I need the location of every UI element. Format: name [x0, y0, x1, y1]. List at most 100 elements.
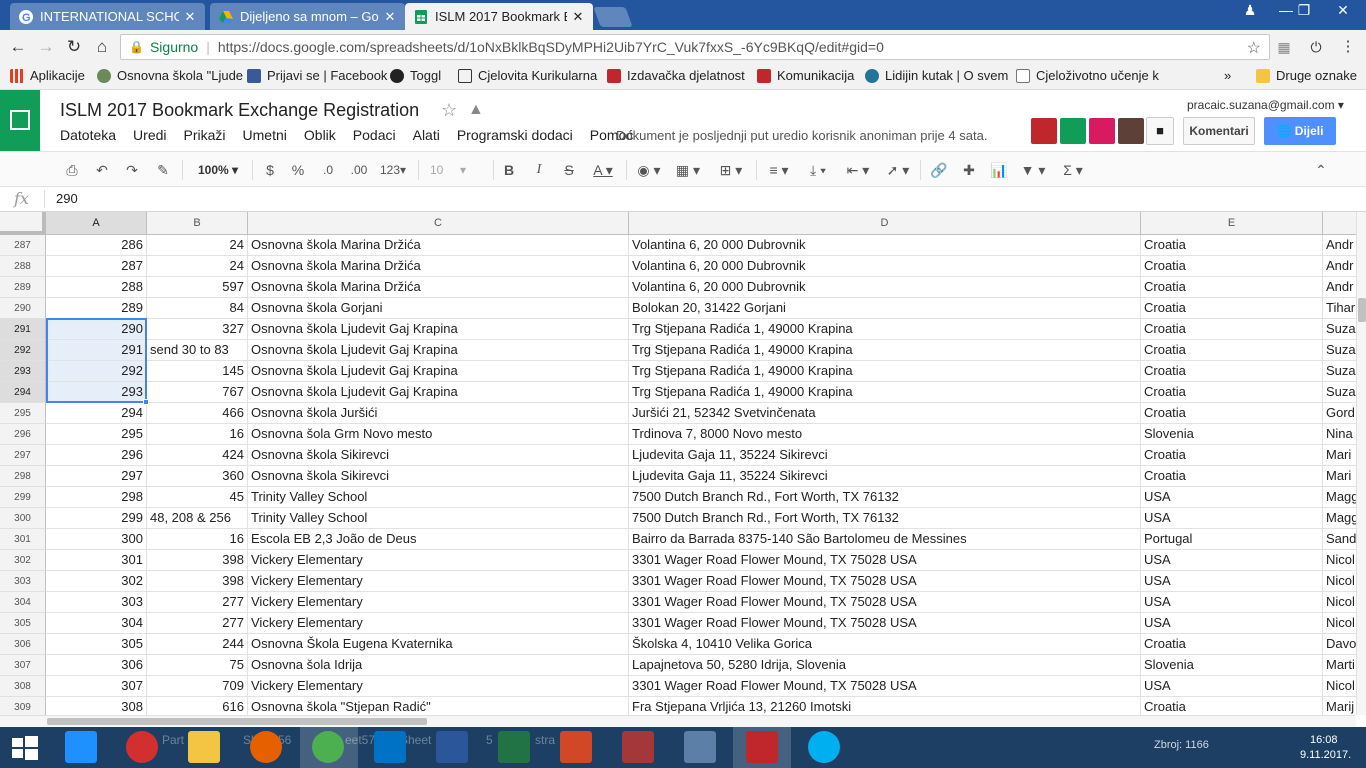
close-tab-icon[interactable]: ✕ [183, 9, 197, 25]
cell-e[interactable]: Croatia [1141, 382, 1323, 403]
cell-c[interactable]: Osnovna škola Sikirevci [248, 445, 629, 466]
drive-move-icon[interactable]: ▲ [468, 101, 484, 119]
cell-a[interactable]: 290 [46, 319, 147, 340]
cell-e[interactable]: Croatia [1141, 697, 1323, 715]
menu-file[interactable]: Datoteka [60, 127, 116, 145]
row-header[interactable]: 287 [0, 235, 46, 256]
close-tab-icon[interactable]: ✕ [571, 9, 585, 25]
decrease-decimals-button[interactable]: .0 [318, 161, 338, 179]
merge-cells-icon[interactable]: ⊞ ▾ [714, 161, 748, 179]
cell-a[interactable]: 305 [46, 634, 147, 655]
fill-color-icon[interactable]: ◉ ▾ [635, 161, 663, 179]
cell-d[interactable]: Volantina 6, 20 000 Dubrovnik [629, 277, 1141, 298]
cell-d[interactable]: Trg Stjepana Radića 1, 49000 Krapina [629, 340, 1141, 361]
browser-tab-islm-sheet[interactable]: ISLM 2017 Bookmark Exc ✕ [405, 3, 593, 30]
cell-e[interactable]: Slovenia [1141, 424, 1323, 445]
cell-d[interactable]: Ljudevita Gaja 11, 35224 Sikirevci [629, 445, 1141, 466]
back-icon[interactable]: ← [8, 37, 28, 57]
text-rotation-icon[interactable]: ➚ ▾ [883, 161, 913, 179]
document-title[interactable]: ISLM 2017 Bookmark Exchange Registration [60, 100, 419, 121]
cell-c[interactable]: Osnovna Škola Eugena Kvaternika [248, 634, 629, 655]
currency-format-button[interactable]: $ [262, 161, 278, 179]
cell-a[interactable]: 297 [46, 466, 147, 487]
insert-chart-icon[interactable]: 📊 [989, 161, 1009, 179]
cell-a[interactable]: 301 [46, 550, 147, 571]
select-all-corner[interactable] [0, 212, 46, 235]
bookmark-cjelozivotno-ucenje[interactable]: Cjeloživotno učenje k [1016, 68, 1159, 83]
outlook-icon[interactable] [374, 731, 406, 763]
text-wrap-icon[interactable]: ⇤ ▾ [843, 161, 873, 179]
cell-b[interactable]: 16 [147, 529, 248, 550]
cell-e[interactable]: USA [1141, 571, 1323, 592]
cell-c[interactable]: Osnovna škola Marina Držića [248, 277, 629, 298]
chat-icon[interactable]: ■ [1146, 117, 1174, 145]
row-header[interactable]: 302 [0, 550, 46, 571]
cell-b[interactable]: 398 [147, 571, 248, 592]
cell-f[interactable]: Nicol [1323, 592, 1356, 613]
cell-d[interactable]: Trg Stjepana Radića 1, 49000 Krapina [629, 319, 1141, 340]
cell-c[interactable]: Trinity Valley School [248, 487, 629, 508]
strikethrough-icon[interactable]: S [561, 161, 577, 179]
cell-a[interactable]: 302 [46, 571, 147, 592]
undo-icon[interactable]: ↶ [92, 161, 112, 179]
close-tab-icon[interactable]: ✕ [383, 9, 397, 25]
cell-b[interactable]: 767 [147, 382, 248, 403]
skype-icon[interactable] [808, 731, 840, 763]
vertical-scroll-thumb[interactable] [1358, 298, 1366, 322]
cell-e[interactable]: Croatia [1141, 277, 1323, 298]
cell-a[interactable]: 304 [46, 613, 147, 634]
cell-f[interactable]: Suza [1323, 382, 1356, 403]
cell-c[interactable]: Osnovna škola Juršići [248, 403, 629, 424]
cell-e[interactable]: Croatia [1141, 445, 1323, 466]
row-header[interactable]: 288 [0, 256, 46, 277]
cell-f[interactable]: Suza [1323, 340, 1356, 361]
cell-c[interactable]: Osnovna šola Idrija [248, 655, 629, 676]
chrome-icon[interactable] [312, 731, 344, 763]
italic-icon[interactable]: I [531, 161, 547, 179]
menu-edit[interactable]: Uredi [133, 127, 166, 145]
column-header-b[interactable]: B [147, 212, 248, 235]
column-header-a[interactable]: A [46, 212, 147, 235]
profile-icon[interactable]: ♟ [1234, 0, 1266, 22]
cell-b[interactable]: 24 [147, 235, 248, 256]
menu-view[interactable]: Prikaži [184, 127, 226, 145]
cell-e[interactable]: Croatia [1141, 634, 1323, 655]
cell-a[interactable]: 292 [46, 361, 147, 382]
cell-e[interactable]: Croatia [1141, 298, 1323, 319]
fill-handle[interactable] [143, 399, 149, 405]
cell-f[interactable]: Magg [1323, 487, 1356, 508]
row-header[interactable]: 309 [0, 697, 46, 715]
cell-a[interactable]: 294 [46, 403, 147, 424]
clock-time[interactable]: 16:08 [1310, 734, 1338, 746]
clock-date[interactable]: 9.11.2017. [1300, 749, 1351, 761]
percent-format-button[interactable]: % [290, 161, 306, 179]
zoom-select[interactable]: 100% ▾ [192, 161, 244, 179]
cell-a[interactable]: 299 [46, 508, 147, 529]
cell-f[interactable]: Nicol [1323, 550, 1356, 571]
bookmark-komunikacija[interactable]: Komunikacija [757, 68, 854, 83]
row-header[interactable]: 305 [0, 613, 46, 634]
sheets-home-logo[interactable] [0, 90, 40, 151]
cell-d[interactable]: 3301 Wager Road Flower Mound, TX 75028 U… [629, 592, 1141, 613]
cell-b[interactable]: 277 [147, 613, 248, 634]
functions-icon[interactable]: Σ ▾ [1058, 161, 1088, 179]
menu-insert[interactable]: Umetni [243, 127, 287, 145]
cell-d[interactable]: Fra Stjepana Vrljića 13, 21260 Imotski [629, 697, 1141, 715]
cell-d[interactable]: Bairro da Barrada 8375-140 São Bartolome… [629, 529, 1141, 550]
cell-b[interactable]: 24 [147, 256, 248, 277]
cell-f[interactable]: Nicol [1323, 613, 1356, 634]
reload-icon[interactable]: ↻ [64, 37, 84, 57]
cell-a[interactable]: 300 [46, 529, 147, 550]
cell-b[interactable]: send 30 to 83 [147, 340, 248, 361]
cell-c[interactable]: Osnovna škola "Stjepan Radić" [248, 697, 629, 715]
cell-b[interactable]: 424 [147, 445, 248, 466]
menu-data[interactable]: Podaci [353, 127, 396, 145]
cell-c[interactable]: Osnovna škola Ljudevit Gaj Krapina [248, 382, 629, 403]
bookmark-apps[interactable]: Aplikacije [10, 68, 85, 83]
cell-f[interactable]: Nicol [1323, 571, 1356, 592]
cell-c[interactable]: Osnovna šola Grm Novo mesto [248, 424, 629, 445]
horizontal-scrollbar[interactable] [0, 715, 1356, 727]
bookmark-star-icon[interactable]: ☆ [1247, 38, 1261, 58]
word-icon[interactable] [436, 731, 468, 763]
cell-a[interactable]: 307 [46, 676, 147, 697]
